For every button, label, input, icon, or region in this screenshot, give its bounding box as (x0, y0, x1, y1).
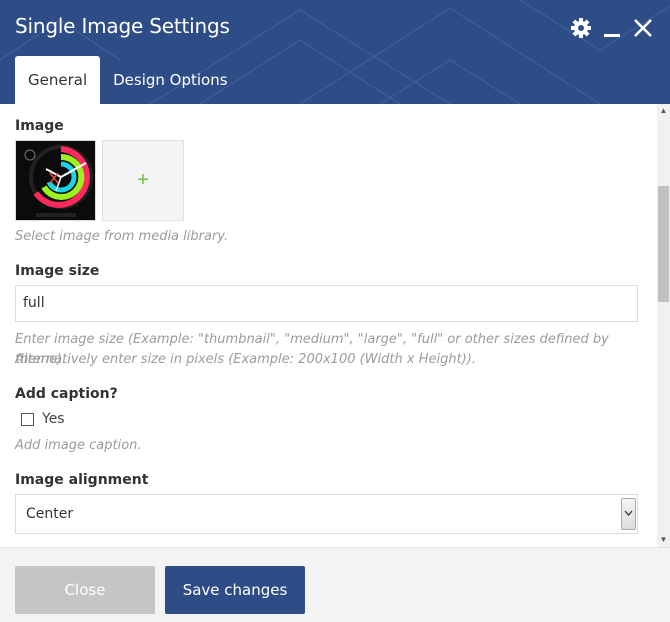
watch-face-image (16, 141, 95, 220)
close-button[interactable]: Close (15, 566, 155, 614)
select-dropdown-button[interactable] (621, 498, 636, 530)
tab-general[interactable]: General (15, 56, 101, 104)
gear-icon[interactable] (569, 16, 593, 40)
plus-icon: + (137, 169, 149, 191)
dialog-body: Image + Select image from media library.… (0, 104, 657, 547)
selected-image-thumbnail[interactable] (15, 140, 96, 221)
image-size-help-2: Alternatively enter size in pixels (Exam… (15, 352, 476, 367)
dialog-header: Single Image Settings General Design Opt… (0, 0, 670, 104)
minimize-icon[interactable] (601, 16, 625, 40)
image-label: Image (15, 118, 64, 134)
image-alignment-select[interactable]: Center (15, 494, 638, 534)
image-help: Select image from media library. (15, 229, 229, 244)
scroll-up-arrow-icon[interactable]: ▲ (657, 104, 670, 118)
save-changes-button[interactable]: Save changes (165, 566, 305, 614)
add-caption-label: Add caption? (15, 386, 118, 402)
add-caption-option[interactable]: Yes (21, 409, 65, 429)
add-image-button[interactable]: + (102, 140, 184, 221)
tab-design-options[interactable]: Design Options (100, 56, 240, 104)
tab-bar: General Design Options (15, 56, 241, 104)
image-size-input[interactable]: full (15, 285, 638, 322)
dialog-footer: Close Save changes (0, 547, 670, 622)
scrollbar-thumb[interactable] (658, 186, 669, 302)
add-caption-help: Add image caption. (15, 438, 142, 453)
image-alignment-value: Center (26, 506, 74, 522)
image-size-label: Image size (15, 263, 100, 279)
image-alignment-label: Image alignment (15, 472, 149, 488)
dialog-title: Single Image Settings (15, 14, 230, 38)
close-icon[interactable] (631, 16, 655, 40)
chevron-down-icon (624, 510, 633, 517)
scrollbar[interactable]: ▲ ▼ (657, 104, 670, 547)
scroll-down-arrow-icon[interactable]: ▼ (657, 533, 670, 547)
add-caption-checkbox-label: Yes (42, 411, 65, 427)
add-caption-checkbox[interactable] (21, 412, 34, 426)
